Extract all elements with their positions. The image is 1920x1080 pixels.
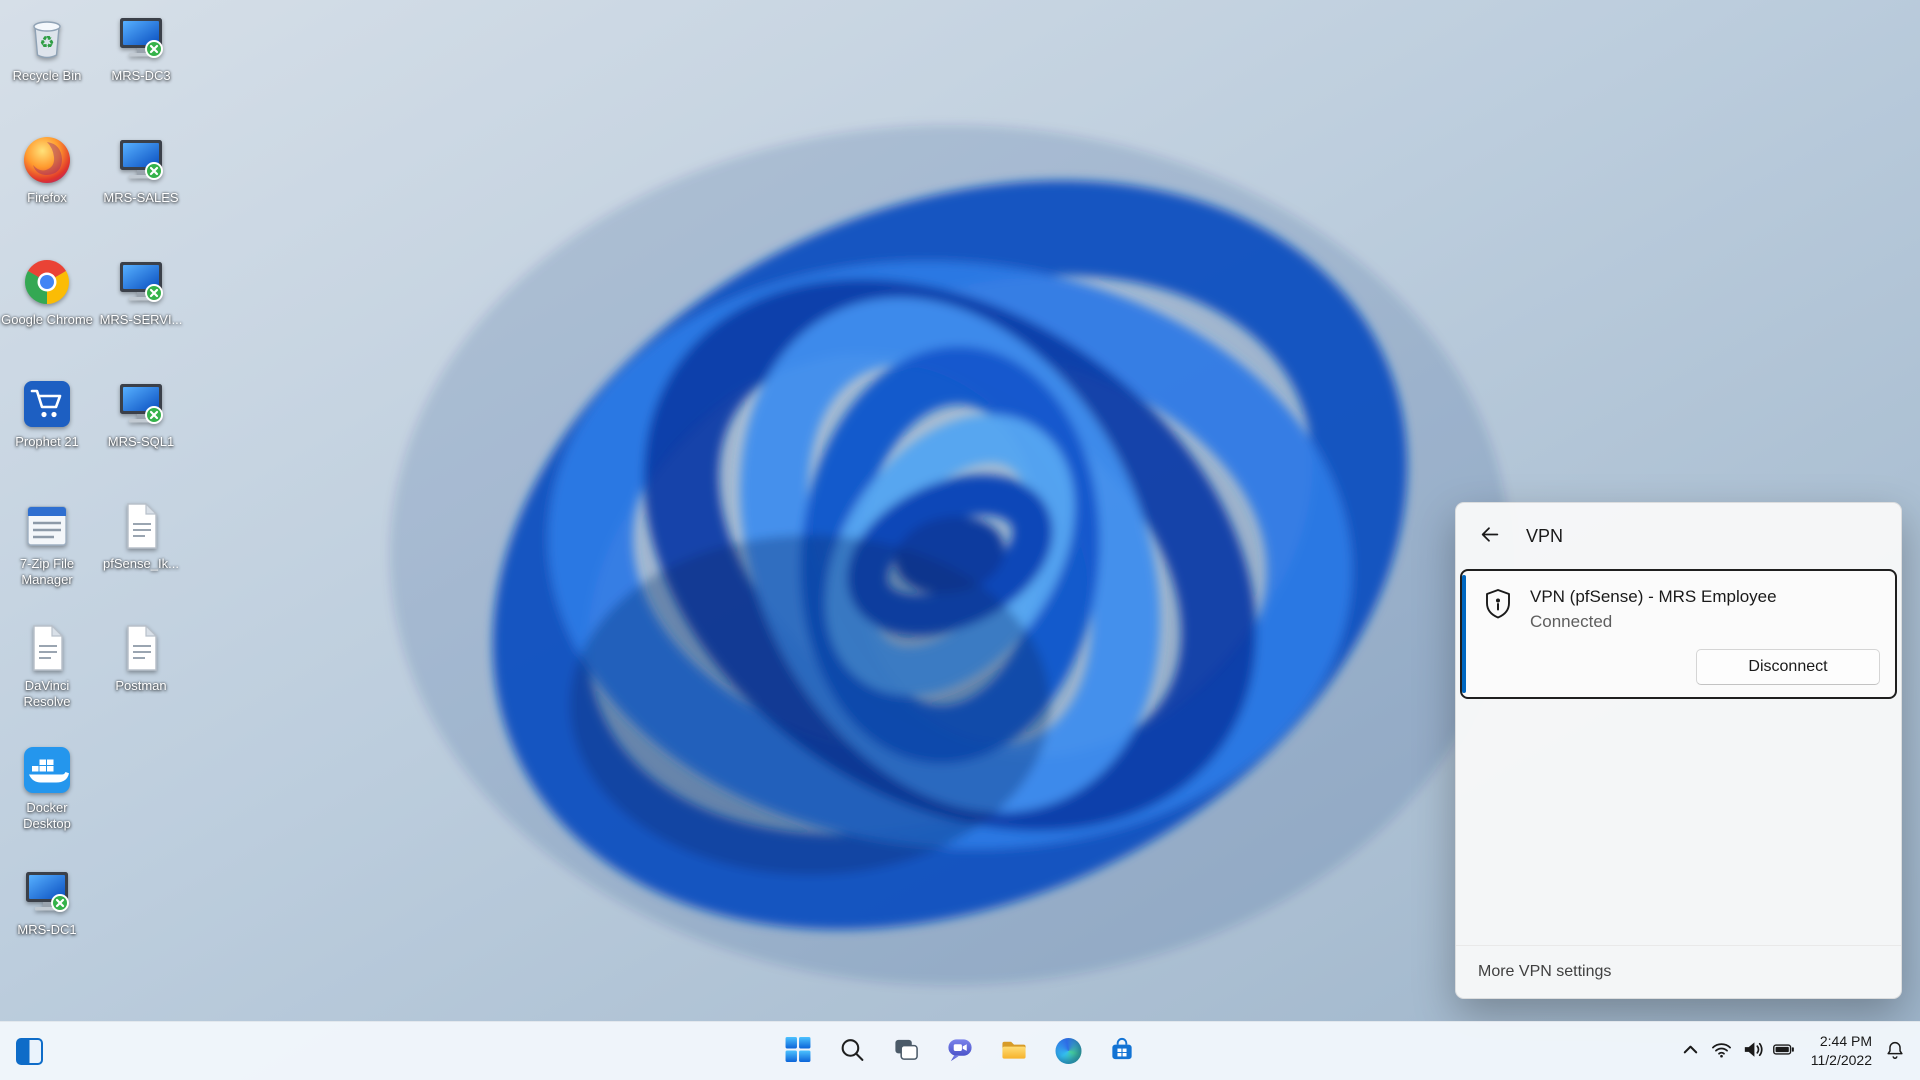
tray-volume-button[interactable] bbox=[1737, 1030, 1768, 1072]
remote-desktop-icon bbox=[113, 132, 169, 188]
desktop-icon-docker-desktop[interactable]: Docker Desktop bbox=[0, 742, 94, 860]
document-icon bbox=[113, 498, 169, 554]
edge-icon bbox=[1055, 1038, 1081, 1064]
desktop-icon-label: DaVinci Resolve bbox=[23, 678, 71, 709]
tray-network-button[interactable] bbox=[1706, 1030, 1737, 1072]
desktop-icon-label: MRS-SERVI... bbox=[99, 312, 183, 327]
desktop-icon-pfsense-file[interactable]: pfSense_Ik... bbox=[94, 498, 188, 616]
back-button[interactable] bbox=[1470, 519, 1508, 553]
taskbar-left bbox=[16, 1022, 43, 1080]
file-manager-icon bbox=[19, 498, 75, 554]
desktop-icon-google-chrome[interactable]: Google Chrome bbox=[0, 254, 94, 372]
chrome-icon bbox=[19, 254, 75, 310]
remote-desktop-icon bbox=[19, 864, 75, 920]
volume-icon bbox=[1741, 1038, 1764, 1064]
desktop-icon-recycle-bin[interactable]: ♻ Recycle Bin bbox=[0, 10, 94, 128]
vpn-flyout-panel: VPN VPN (pfSense) - MRS Employee Connect… bbox=[1455, 502, 1902, 999]
vpn-connection-name: VPN (pfSense) - MRS Employee bbox=[1530, 587, 1777, 606]
desktop-icon-label: Recycle Bin bbox=[12, 68, 82, 83]
taskbar: 2:44 PM 11/2/2022 bbox=[0, 1021, 1920, 1080]
chat-icon bbox=[947, 1036, 974, 1066]
desktop-icon-mrs-sql1[interactable]: MRS-SQL1 bbox=[94, 376, 188, 494]
wifi-icon bbox=[1710, 1038, 1733, 1064]
desktop-icon-label: Firefox bbox=[27, 190, 67, 205]
taskbar-system-tray: 2:44 PM 11/2/2022 bbox=[1675, 1022, 1910, 1080]
desktop-icon-label: Google Chrome bbox=[1, 312, 93, 327]
search-icon bbox=[839, 1036, 866, 1066]
taskbar-center bbox=[776, 1022, 1145, 1080]
vpn-connection-status: Connected bbox=[1530, 612, 1613, 631]
desktop-icon-mrs-dc1[interactable]: MRS-DC1 bbox=[0, 864, 94, 982]
recycle-bin-icon: ♻ bbox=[19, 10, 75, 66]
desktop-icon-label: MRS-SALES bbox=[103, 190, 179, 205]
desktop-icon-firefox[interactable]: Firefox bbox=[0, 132, 94, 250]
file-explorer-icon bbox=[1001, 1036, 1028, 1066]
disconnect-button[interactable]: Disconnect bbox=[1696, 649, 1880, 685]
desktop-icon-label: 7-Zip File Manager bbox=[19, 556, 75, 587]
store-button[interactable] bbox=[1100, 1029, 1145, 1074]
svg-text:♻: ♻ bbox=[39, 33, 54, 53]
file-explorer-button[interactable] bbox=[992, 1029, 1037, 1074]
chevron-up-icon bbox=[1679, 1038, 1702, 1064]
vpn-panel-footer: More VPN settings bbox=[1456, 945, 1901, 998]
bell-icon bbox=[1884, 1039, 1906, 1064]
vpn-panel-header: VPN bbox=[1456, 503, 1901, 569]
remote-desktop-icon bbox=[113, 376, 169, 432]
start-icon bbox=[785, 1036, 812, 1066]
start-button[interactable] bbox=[776, 1029, 821, 1074]
desktop-icon-postman[interactable]: Postman bbox=[94, 620, 188, 738]
desktop-icon-mrs-servi[interactable]: MRS-SERVI... bbox=[94, 254, 188, 372]
task-view-button[interactable] bbox=[884, 1029, 929, 1074]
remote-desktop-icon bbox=[113, 254, 169, 310]
docker-whale-icon bbox=[19, 742, 75, 798]
desktop-icon-7zip[interactable]: 7-Zip File Manager bbox=[0, 498, 94, 616]
clock-date: 11/2/2022 bbox=[1810, 1052, 1872, 1068]
task-view-icon bbox=[893, 1036, 920, 1066]
store-icon bbox=[1109, 1036, 1136, 1066]
search-button[interactable] bbox=[830, 1029, 875, 1074]
shopping-cart-icon bbox=[19, 376, 75, 432]
document-icon bbox=[113, 620, 169, 676]
desktop-icon-label: MRS-DC3 bbox=[111, 68, 171, 83]
desktop-icon-mrs-sales[interactable]: MRS-SALES bbox=[94, 132, 188, 250]
arrow-left-icon bbox=[1479, 524, 1500, 548]
tray-chevron-button[interactable] bbox=[1675, 1030, 1706, 1072]
desktop-icon-label: Docker Desktop bbox=[23, 800, 71, 831]
remote-desktop-icon bbox=[113, 10, 169, 66]
chat-button[interactable] bbox=[938, 1029, 983, 1074]
notification-center-button[interactable] bbox=[1880, 1030, 1910, 1072]
desktop-icon-prophet-21[interactable]: Prophet 21 bbox=[0, 376, 94, 494]
desktop-icon-label: pfSense_Ik... bbox=[103, 556, 179, 571]
vpn-connection-card[interactable]: VPN (pfSense) - MRS Employee Connected D… bbox=[1460, 569, 1897, 699]
vpn-connection-text: VPN (pfSense) - MRS Employee Connected bbox=[1530, 587, 1777, 632]
firefox-icon bbox=[19, 132, 75, 188]
desktop-icon-mrs-dc3[interactable]: MRS-DC3 bbox=[94, 10, 188, 128]
desktop-icon-label: Postman bbox=[115, 678, 167, 693]
document-icon bbox=[19, 620, 75, 676]
vpn-panel-title: VPN bbox=[1526, 525, 1564, 546]
desktop-icon-davinci-resolve[interactable]: DaVinci Resolve bbox=[0, 620, 94, 738]
clock-time: 2:44 PM bbox=[1819, 1033, 1872, 1050]
tray-battery-button[interactable] bbox=[1768, 1030, 1799, 1072]
selection-accent-bar bbox=[1462, 575, 1466, 693]
desktop-icon-label: MRS-DC1 bbox=[17, 922, 77, 937]
desktop-icon-label: MRS-SQL1 bbox=[107, 434, 175, 449]
taskbar-clock[interactable]: 2:44 PM 11/2/2022 bbox=[1811, 1032, 1872, 1070]
pinned-corner-app-icon[interactable] bbox=[16, 1037, 43, 1065]
edge-button[interactable] bbox=[1046, 1029, 1091, 1074]
vpn-shield-icon bbox=[1482, 587, 1514, 623]
battery-icon bbox=[1772, 1038, 1795, 1064]
desktop-icon-label: Prophet 21 bbox=[15, 434, 79, 449]
more-vpn-settings-link[interactable]: More VPN settings bbox=[1478, 963, 1611, 981]
